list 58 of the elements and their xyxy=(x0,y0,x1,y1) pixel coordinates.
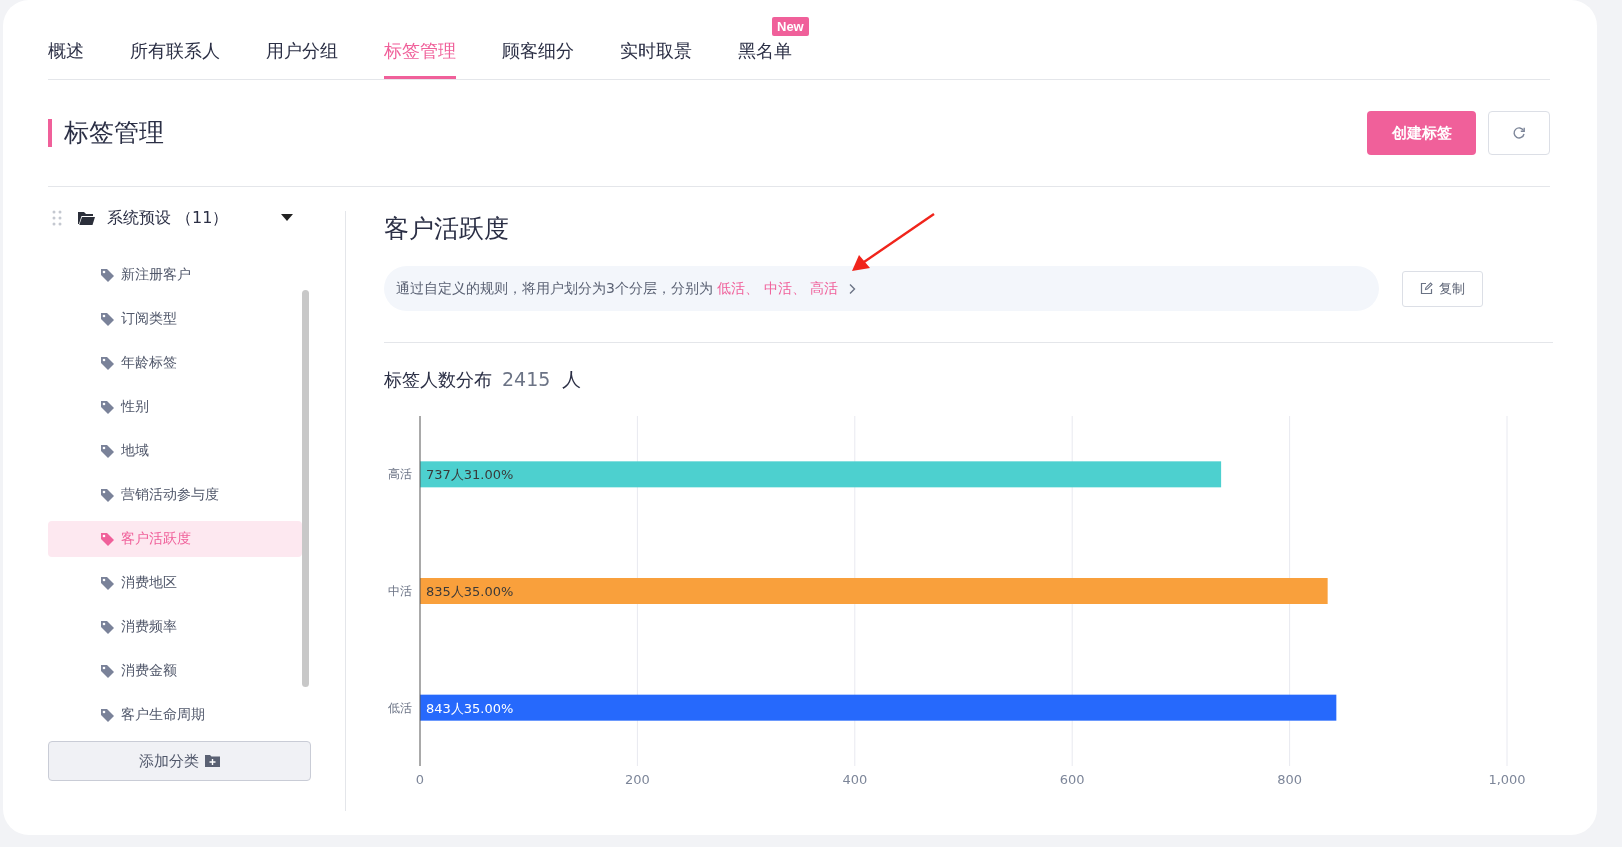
sidebar-item[interactable]: 客户生命周期 xyxy=(48,697,302,733)
group-label[interactable]: 系统预设 （11） xyxy=(107,207,281,229)
scrollbar[interactable] xyxy=(302,290,309,687)
caret-icon[interactable] xyxy=(281,214,293,222)
bar-value-label: 737人31.00% xyxy=(426,467,514,483)
tag-title: 客户活跃度 xyxy=(384,214,510,244)
new-badge: New xyxy=(772,17,809,36)
category-label: 中活 xyxy=(388,584,412,598)
copy-button[interactable]: 复制 xyxy=(1402,270,1483,307)
count-unit: 人 xyxy=(562,367,582,392)
bar-value-label: 843人35.00% xyxy=(426,700,514,716)
tab[interactable]: 概述 xyxy=(48,39,84,79)
axis-tick-label: 800 xyxy=(1277,772,1302,787)
chevron-right-icon[interactable] xyxy=(848,282,857,295)
tag-icon xyxy=(100,487,115,503)
folder-icon xyxy=(78,211,95,225)
tag-icon xyxy=(100,531,115,547)
axis-tick-label: 600 xyxy=(1059,772,1085,787)
axis-tick-label: 1,000 xyxy=(1488,772,1526,787)
drag-handle-icon[interactable] xyxy=(52,210,62,226)
tag-icon xyxy=(100,663,115,679)
sidebar-item[interactable]: 消费金额 xyxy=(48,653,302,689)
tag-icon xyxy=(100,443,115,459)
description-text: 通过自定义的规则，将用户划分为3个分层，分别为 低活、 中活、 高活 xyxy=(396,279,839,298)
refresh-icon xyxy=(1512,126,1526,140)
axis-tick-label: 200 xyxy=(625,772,650,787)
sidebar-item[interactable]: 地域 xyxy=(48,433,302,469)
total-count: 2415 xyxy=(502,368,551,390)
sidebar-item[interactable]: 性别 xyxy=(48,389,302,425)
tag-icon xyxy=(100,619,115,635)
category-label: 低活 xyxy=(388,700,412,715)
bar-value-label: 835人35.00% xyxy=(426,584,514,599)
tab[interactable]: 黑名单 xyxy=(738,39,792,79)
sidebar-item[interactable]: 消费地区 xyxy=(48,565,302,601)
category-label: 高活 xyxy=(388,467,412,482)
tag-icon xyxy=(100,355,115,371)
tag-icon xyxy=(100,311,115,327)
sidebar-item[interactable]: 订阅类型 xyxy=(48,301,302,337)
axis-tick-label: 400 xyxy=(842,772,868,787)
sidebar-item[interactable]: 营销活动参与度 xyxy=(48,477,302,513)
tab[interactable]: 所有联系人 xyxy=(130,39,220,79)
sidebar-item[interactable]: 消费频率 xyxy=(48,609,302,645)
tag-icon xyxy=(100,707,115,723)
page-title: 标签管理 xyxy=(48,119,164,147)
distribution-title: 标签人数分布 xyxy=(384,368,492,392)
sidebar-item[interactable]: 年龄标签 xyxy=(48,345,302,381)
tab[interactable]: 实时取景 xyxy=(620,39,692,79)
tag-icon xyxy=(100,575,115,591)
tab[interactable]: 用户分组 xyxy=(266,39,338,79)
tab[interactable]: 顾客细分 xyxy=(502,39,574,79)
tag-icon xyxy=(100,399,115,415)
sidebar-item[interactable]: 新注册客户 xyxy=(48,257,302,293)
tag-icon xyxy=(100,267,115,283)
edit-icon xyxy=(1420,282,1433,295)
axis-tick-label: 0 xyxy=(415,772,425,787)
refresh-button[interactable] xyxy=(1488,111,1550,155)
add-category-button[interactable]: 添加分类 xyxy=(48,741,311,781)
folder-plus-icon xyxy=(205,755,220,767)
